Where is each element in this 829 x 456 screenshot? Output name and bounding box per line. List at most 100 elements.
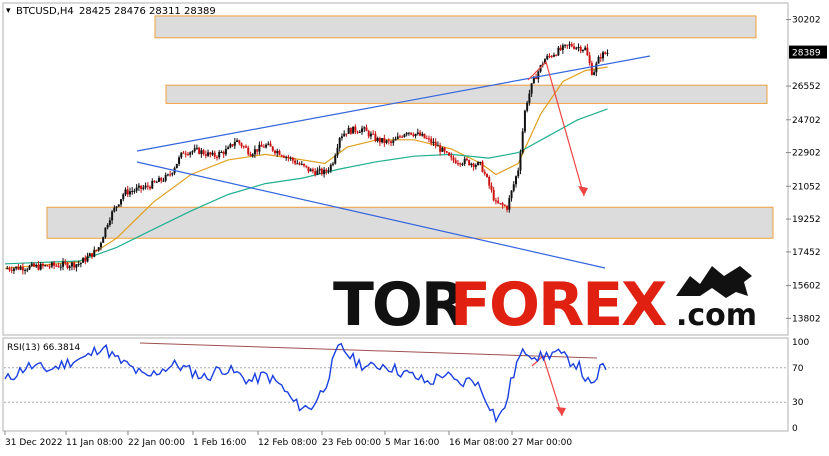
candle-body — [477, 162, 480, 166]
brand-right-text: FOREX — [450, 270, 667, 340]
candle-body — [465, 158, 468, 161]
candle-body — [8, 268, 11, 270]
candle-body — [166, 174, 169, 176]
candle-body — [91, 253, 94, 257]
chart-menu-icon[interactable]: ▾ — [6, 6, 11, 16]
candle-body — [77, 264, 80, 266]
candle-body — [155, 181, 158, 183]
price-tick-label: 15602 — [792, 282, 821, 292]
candle-body — [501, 203, 504, 206]
candle-body — [372, 133, 375, 135]
candle-body — [117, 204, 120, 207]
candle-body — [303, 163, 306, 166]
candle-body — [106, 225, 109, 228]
candle-body — [300, 163, 303, 165]
candle-body — [113, 207, 116, 212]
candle-body — [367, 131, 370, 137]
candle-body — [423, 133, 426, 139]
candle-body — [30, 263, 33, 266]
candle-body — [503, 205, 506, 207]
candle-body — [222, 151, 225, 155]
candle-body — [604, 52, 607, 54]
brand-suffix-text: .com — [676, 298, 757, 333]
candle-body — [191, 151, 194, 153]
candle-body — [57, 265, 60, 268]
candle-body — [347, 127, 350, 134]
candle-body — [443, 147, 446, 152]
candle-body — [48, 266, 51, 268]
candle-body — [227, 147, 230, 150]
candle-body — [137, 185, 140, 188]
candle-body — [88, 253, 91, 257]
candle-body — [581, 49, 584, 52]
candle-body — [153, 180, 156, 182]
candle-body — [494, 200, 497, 202]
candle-body — [251, 154, 254, 157]
candle-body — [320, 168, 323, 175]
candle-body — [296, 163, 299, 165]
candle-body — [267, 143, 270, 145]
candle-body — [356, 131, 359, 133]
candle-body — [340, 136, 343, 138]
candle-body — [365, 127, 368, 132]
time-tick-label: 31 Dec 2022 — [5, 438, 63, 448]
candle-body — [537, 71, 540, 80]
candle-body — [394, 139, 397, 141]
last-price-label: 28389 — [792, 49, 821, 59]
candle-body — [432, 141, 435, 144]
candle-body — [126, 189, 129, 195]
candle-body — [247, 147, 250, 155]
candle-body — [236, 140, 239, 142]
price-tick-label: 22902 — [792, 149, 821, 159]
candle-body — [336, 147, 339, 156]
candle-body — [521, 131, 524, 153]
candle-body — [253, 149, 256, 155]
candle-body — [151, 180, 154, 189]
candle-body — [430, 138, 433, 144]
candle-body — [338, 137, 341, 148]
zone-rect-1 — [165, 84, 768, 104]
candle-body — [392, 140, 395, 143]
candle-body — [425, 138, 428, 140]
candle-body — [289, 157, 292, 159]
candle-body — [383, 138, 386, 143]
candle-body — [570, 44, 573, 47]
candle-body — [231, 144, 234, 146]
candle-body — [50, 262, 53, 267]
candle-body — [468, 160, 471, 166]
candle-body — [171, 173, 174, 175]
candle-body — [204, 154, 207, 156]
candle-body — [75, 264, 78, 268]
candle-body — [606, 52, 609, 54]
candle-body — [64, 261, 67, 264]
candle-body — [510, 190, 513, 199]
price-axis: 30202 28389 26552 24702 22902 21052 19252 17452… — [786, 16, 827, 324]
candle-body — [407, 132, 410, 134]
candle-body — [287, 156, 290, 158]
candle-body — [523, 110, 526, 132]
brand-left-text: TOR — [333, 270, 466, 340]
price-tick-label: 24702 — [792, 116, 821, 126]
price-tick-label: 26552 — [792, 82, 821, 92]
rsi-tick-label: 100 — [792, 338, 809, 348]
candle-body — [224, 149, 227, 155]
candle-body — [363, 127, 366, 129]
candle-body — [575, 47, 578, 49]
candle-body — [133, 190, 136, 192]
candle-body — [122, 194, 125, 200]
candle-body — [497, 200, 500, 204]
candle-body — [439, 145, 442, 152]
candle-body — [269, 143, 272, 147]
candle-body — [28, 265, 31, 270]
candle-body — [316, 170, 319, 175]
candle-body — [459, 163, 462, 165]
candle-body — [184, 153, 187, 155]
candle-body — [6, 268, 9, 270]
candle-body — [361, 128, 364, 133]
candle-body — [124, 189, 127, 195]
candle-body — [381, 138, 384, 143]
candle-body — [559, 47, 562, 50]
candle-body — [70, 262, 73, 267]
candle-body — [414, 133, 417, 136]
time-tick-label: 27 Mar 00:00 — [512, 438, 572, 448]
